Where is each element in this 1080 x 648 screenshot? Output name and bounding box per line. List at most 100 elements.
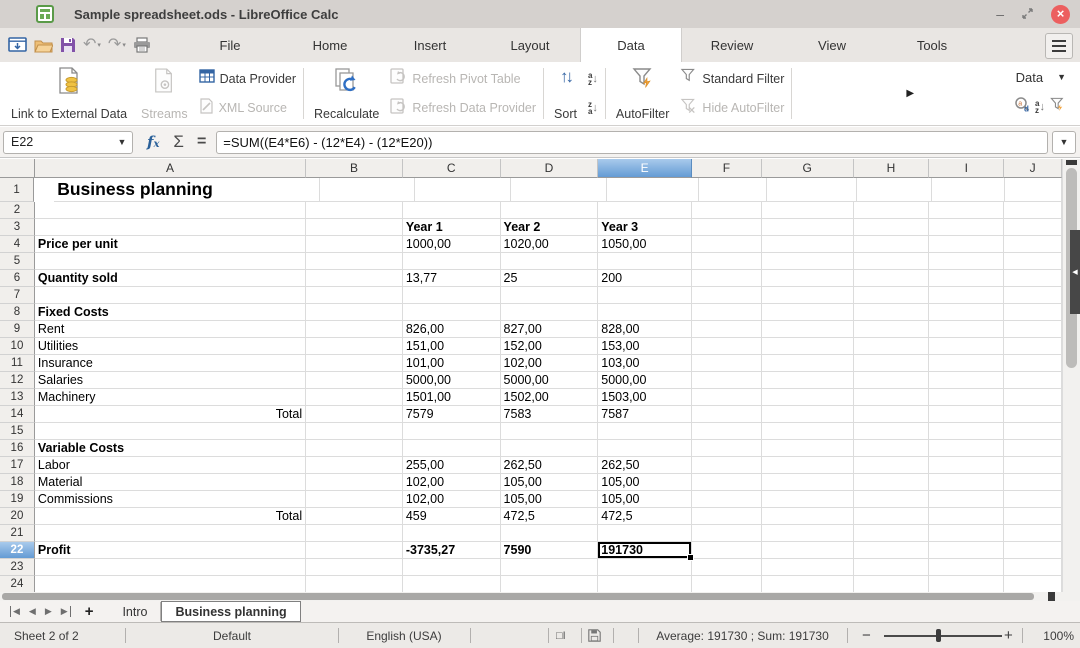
cell-D7[interactable]	[501, 287, 599, 304]
cell-A22[interactable]: Profit	[35, 542, 306, 559]
column-header-e[interactable]: E	[598, 159, 692, 178]
cell-B20[interactable]	[306, 508, 403, 525]
cell-E20[interactable]: 472,5	[598, 508, 692, 525]
refresh-pivot-table-button[interactable]: Refresh Pivot Table	[390, 66, 536, 92]
vertical-scrollbar[interactable]	[1062, 159, 1080, 592]
cell-D6[interactable]: 25	[501, 270, 599, 287]
last-sheet-icon[interactable]: ▶	[61, 606, 71, 617]
document-modified-icon[interactable]	[588, 623, 601, 648]
cell-I16[interactable]	[929, 440, 1004, 457]
cell-G21[interactable]	[762, 525, 854, 542]
cell-C1[interactable]	[415, 178, 511, 202]
cell-F18[interactable]	[692, 474, 762, 491]
row-header-17[interactable]: 17	[0, 457, 35, 474]
cell-G6[interactable]	[762, 270, 854, 287]
cell-D9[interactable]: 827,00	[501, 321, 599, 338]
cell-F7[interactable]	[692, 287, 762, 304]
cell-B12[interactable]	[306, 372, 403, 389]
cell-I12[interactable]	[929, 372, 1004, 389]
cell-H15[interactable]	[854, 423, 930, 440]
minimize-button[interactable]: –	[996, 7, 1004, 21]
cell-E18[interactable]: 105,00	[598, 474, 692, 491]
cell-G1[interactable]	[767, 178, 857, 202]
xml-source-button[interactable]: XML Source	[199, 95, 296, 121]
cell-C14[interactable]: 7579	[403, 406, 501, 423]
cell-H11[interactable]	[854, 355, 930, 372]
autofilter-small-icon[interactable]	[1049, 97, 1066, 117]
sidebar-toggle-button[interactable]: ◀	[1070, 230, 1080, 314]
row-header-21[interactable]: 21	[0, 525, 35, 542]
cell-E15[interactable]	[598, 423, 692, 440]
cell-A12[interactable]: Salaries	[35, 372, 306, 389]
column-header-j[interactable]: J	[1004, 159, 1062, 178]
function-wizard-icon[interactable]: fx	[147, 133, 159, 151]
cell-C23[interactable]	[403, 559, 501, 576]
cell-F1[interactable]	[699, 178, 768, 202]
streams-button[interactable]: Streams	[134, 62, 195, 125]
cell-C8[interactable]	[403, 304, 501, 321]
cell-J18[interactable]	[1004, 474, 1062, 491]
sort-ascending-small-icon[interactable]: az↓	[1035, 100, 1045, 114]
toolbar-overflow-icon[interactable]: ▶	[906, 88, 914, 99]
cell-G15[interactable]	[762, 423, 854, 440]
row-header-6[interactable]: 6	[0, 270, 35, 287]
row-header-12[interactable]: 12	[0, 372, 35, 389]
cell-A11[interactable]: Insurance	[35, 355, 306, 372]
cell-I23[interactable]	[929, 559, 1004, 576]
language-setting[interactable]: English (USA)	[339, 623, 469, 648]
cell-A20[interactable]: Total	[35, 508, 306, 525]
cell-G23[interactable]	[762, 559, 854, 576]
menu-tab-tools[interactable]: Tools	[882, 28, 982, 62]
cell-G4[interactable]	[762, 236, 854, 253]
cell-E4[interactable]: 1050,00	[598, 236, 692, 253]
cell-A8[interactable]: Fixed Costs	[35, 304, 306, 321]
cell-G2[interactable]	[762, 202, 854, 219]
zoom-slider-handle[interactable]	[936, 629, 941, 642]
cell-B7[interactable]	[306, 287, 403, 304]
row-header-22[interactable]: 22	[0, 542, 35, 559]
cell-E16[interactable]	[598, 440, 692, 457]
cell-I17[interactable]	[929, 457, 1004, 474]
cell-H7[interactable]	[854, 287, 930, 304]
cell-C2[interactable]	[403, 202, 501, 219]
cell-B4[interactable]	[306, 236, 403, 253]
cell-J17[interactable]	[1004, 457, 1062, 474]
hide-autofilter-button[interactable]: Hide AutoFilter	[680, 95, 784, 121]
cell-H14[interactable]	[854, 406, 930, 423]
cell-E7[interactable]	[598, 287, 692, 304]
cell-E24[interactable]	[598, 576, 692, 592]
menu-tab-data[interactable]: Data	[580, 28, 682, 62]
cell-E3[interactable]: Year 3	[598, 219, 692, 236]
next-sheet-icon[interactable]: ▶	[45, 606, 52, 617]
cell-I22[interactable]	[929, 542, 1004, 559]
cell-E1[interactable]	[607, 178, 699, 202]
cell-G22[interactable]	[762, 542, 854, 559]
cell-G8[interactable]	[762, 304, 854, 321]
undo-icon[interactable]: ↶▾	[83, 37, 101, 53]
horizontal-scrollbar[interactable]	[0, 592, 1062, 601]
cell-C10[interactable]: 151,00	[403, 338, 501, 355]
cell-H18[interactable]	[854, 474, 930, 491]
cell-A14[interactable]: Total	[35, 406, 306, 423]
cell-E12[interactable]: 5000,00	[598, 372, 692, 389]
row-header-23[interactable]: 23	[0, 559, 35, 576]
cell-I15[interactable]	[929, 423, 1004, 440]
cell-J1[interactable]	[1005, 178, 1062, 202]
context-dropdown[interactable]: Data ▼	[1016, 70, 1066, 85]
cell-J16[interactable]	[1004, 440, 1062, 457]
sort-descending-button[interactable]: za↓	[588, 95, 598, 121]
cell-G5[interactable]	[762, 253, 854, 270]
cell-J11[interactable]	[1004, 355, 1062, 372]
cell-F6[interactable]	[692, 270, 762, 287]
row-header-9[interactable]: 9	[0, 321, 35, 338]
cell-J12[interactable]	[1004, 372, 1062, 389]
cell-A9[interactable]: Rent	[35, 321, 306, 338]
cell-D23[interactable]	[501, 559, 599, 576]
cell-E23[interactable]	[598, 559, 692, 576]
row-header-14[interactable]: 14	[0, 406, 35, 423]
cell-D17[interactable]: 262,50	[501, 457, 599, 474]
cell-I20[interactable]	[929, 508, 1004, 525]
cell-B5[interactable]	[306, 253, 403, 270]
cell-F22[interactable]	[692, 542, 762, 559]
cell-B15[interactable]	[306, 423, 403, 440]
